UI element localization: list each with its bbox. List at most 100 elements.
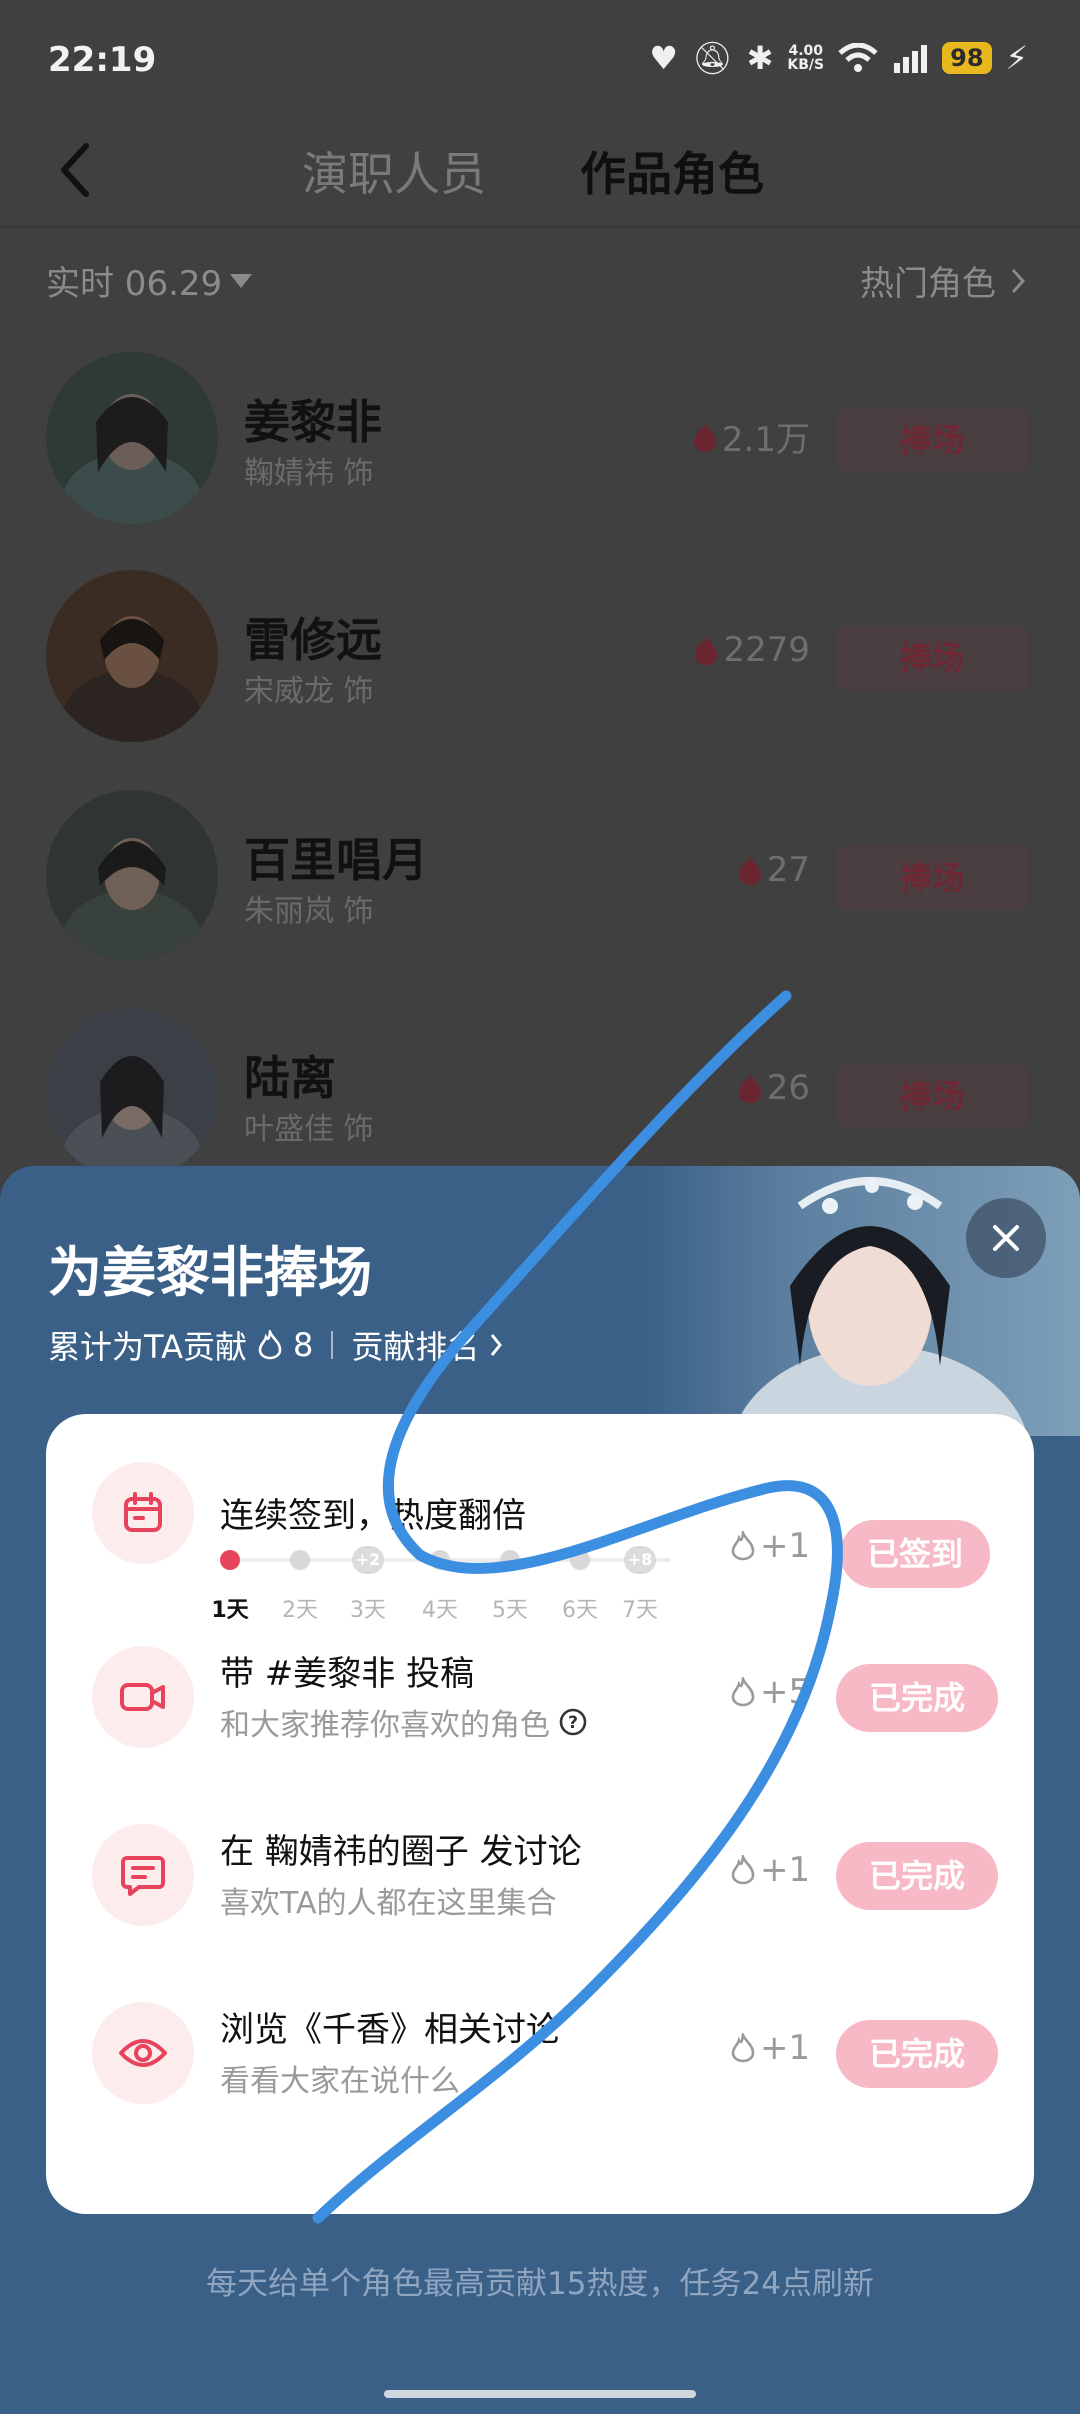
day-label: 3天 xyxy=(350,1598,386,1623)
task-reward: +1 xyxy=(730,1526,810,1566)
video-camera-icon xyxy=(120,1683,165,1711)
cheer-button[interactable]: 捧场 xyxy=(836,846,1028,910)
role-heat-value: 2279 xyxy=(723,630,810,670)
role-heat-value: 27 xyxy=(766,850,810,890)
ranking-link[interactable]: 贡献排名 xyxy=(351,1322,479,1368)
task-reward-value: +1 xyxy=(760,1850,811,1890)
bluetooth-icon: ✱ xyxy=(746,39,774,77)
role-heat: 26 xyxy=(737,1068,810,1108)
sheet-footer-note: 每天给单个角色最高贡献15热度，任务24点刷新 xyxy=(206,2266,874,2302)
calendar-icon xyxy=(124,1492,162,1532)
signal-icon xyxy=(894,45,928,73)
wifi-icon xyxy=(838,43,878,72)
sheet-title: 为姜黎非捧场 xyxy=(48,1241,372,1304)
role-name: 百里唱月 xyxy=(244,833,428,887)
close-icon xyxy=(993,1225,1019,1251)
role-name: 姜黎非 xyxy=(244,395,382,449)
role-row[interactable]: 百里唱月 朱丽岚 饰 27 捧场 xyxy=(0,790,1080,966)
role-row[interactable]: 姜黎非 鞠婧祎 饰 2.1万 捧场 xyxy=(0,352,1080,528)
completed-button[interactable]: 已完成 xyxy=(836,1664,998,1732)
task-title: 连续签到，热度翻倍 xyxy=(220,1496,526,1536)
day-dot xyxy=(500,1550,520,1570)
contribution-summary: 累计为TA贡献 8 贡献排名 xyxy=(48,1322,503,1368)
day-label: 4天 xyxy=(422,1598,458,1623)
cheer-button[interactable]: 捧场 xyxy=(836,408,1028,472)
flame-icon xyxy=(738,1073,761,1103)
role-row[interactable]: 雷修远 宋威龙 饰 2279 捧场 xyxy=(0,570,1080,746)
task-post: 带 #姜黎非 投稿 和大家推荐你喜欢的角色 ? +5 已完成 xyxy=(46,1646,1034,1826)
hot-roles-label: 热门角色 xyxy=(860,264,996,304)
avatar[interactable] xyxy=(46,570,218,742)
task-reward: +1 xyxy=(730,2028,810,2068)
close-button[interactable] xyxy=(966,1198,1046,1278)
avatar[interactable] xyxy=(46,790,218,962)
role-row[interactable]: 陆离 叶盛佳 饰 26 捧场 xyxy=(0,1008,1080,1184)
completed-button[interactable]: 已完成 xyxy=(836,1842,998,1910)
back-arrow-icon[interactable] xyxy=(52,140,100,200)
task-reward-value: +1 xyxy=(760,2028,811,2068)
network-speed-unit: KB/S xyxy=(787,57,825,73)
tab-roles[interactable]: 作品角色 xyxy=(580,138,764,204)
task-desc-text: 看看大家在说什么 xyxy=(220,2064,460,2099)
role-actor: 鞠婧祎 饰 xyxy=(244,456,374,491)
chevron-right-icon xyxy=(491,1334,503,1356)
role-heat: 2.1万 xyxy=(692,412,810,461)
filter-row: 实时 06.29 热门角色 xyxy=(0,250,1080,310)
task-discuss: 在 鞠婧祎的圈子 发讨论 喜欢TA的人都在这里集合 +1 已完成 xyxy=(46,1824,1034,2004)
day-label: 1天 xyxy=(211,1598,249,1623)
day-label: 2天 xyxy=(282,1598,318,1623)
task-icon-wrap xyxy=(92,1462,194,1564)
day-label: 7天 xyxy=(622,1598,658,1623)
task-reward: +5 xyxy=(730,1672,810,1712)
flame-outline-icon xyxy=(258,1330,282,1360)
home-indicator[interactable] xyxy=(384,2390,696,2398)
role-actor: 叶盛佳 饰 xyxy=(244,1112,374,1147)
hot-roles-link[interactable]: 热门角色 xyxy=(860,256,1026,305)
task-icon-wrap xyxy=(92,2002,194,2104)
status-icons: ♥ 🔕︎ ✱ 4.00 KB/S 98 ⚡ xyxy=(649,42,1028,74)
task-card: 连续签到，热度翻倍 +2 +8 1天 2天 3天 4天 5天 6天 7天 +1 … xyxy=(46,1414,1034,2214)
separator xyxy=(331,1331,334,1359)
caret-down-icon xyxy=(230,273,253,288)
flame-icon xyxy=(695,635,718,665)
role-heat: 27 xyxy=(737,850,810,890)
checked-in-button[interactable]: 已签到 xyxy=(840,1520,990,1588)
day-dot xyxy=(220,1550,240,1570)
svg-text:?: ? xyxy=(568,1713,578,1733)
task-reward-value: +1 xyxy=(760,1526,811,1566)
day-label: 5天 xyxy=(492,1598,528,1623)
mute-icon: 🔕︎ xyxy=(691,39,733,77)
flame-outline-icon xyxy=(731,1677,755,1707)
avatar[interactable] xyxy=(46,352,218,524)
status-time: 22:19 xyxy=(48,40,157,80)
day-bonus-badge: +2 xyxy=(352,1546,384,1574)
avatar[interactable] xyxy=(46,1008,218,1180)
date-filter-dropdown[interactable]: 实时 06.29 xyxy=(46,256,253,305)
task-desc: 喜欢TA的人都在这里集合 xyxy=(220,1878,557,1922)
battery-badge: 98 xyxy=(942,42,992,74)
cheer-button[interactable]: 捧场 xyxy=(836,1064,1028,1128)
task-desc: 和大家推荐你喜欢的角色 ? xyxy=(220,1700,588,1744)
charging-icon: ⚡ xyxy=(1005,39,1028,77)
completed-button[interactable]: 已完成 xyxy=(836,2020,998,2088)
network-speed: 4.00 KB/S xyxy=(787,44,824,72)
day-dot xyxy=(430,1550,450,1570)
task-checkin: 连续签到，热度翻倍 +2 +8 1天 2天 3天 4天 5天 6天 7天 +1 … xyxy=(46,1414,1034,1623)
cheer-button[interactable]: 捧场 xyxy=(836,626,1028,690)
task-title: 带 #姜黎非 投稿 xyxy=(220,1654,475,1694)
day-label: 6天 xyxy=(562,1598,598,1623)
role-name: 陆离 xyxy=(244,1051,336,1105)
date-filter-label: 实时 06.29 xyxy=(46,264,223,304)
heart-icon: ♥ xyxy=(649,39,678,77)
comment-icon xyxy=(121,1856,165,1896)
flame-outline-icon xyxy=(731,2033,755,2063)
help-icon[interactable]: ? xyxy=(558,1707,588,1737)
task-reward-value: +5 xyxy=(760,1672,811,1712)
background-page: 22:19 ♥ 🔕︎ ✱ 4.00 KB/S 98 ⚡ 演职人员 作品角色 实时… xyxy=(0,0,1080,1180)
role-actor: 朱丽岚 饰 xyxy=(244,894,374,929)
divider xyxy=(0,226,1080,228)
day-dot xyxy=(290,1550,310,1570)
tab-cast[interactable]: 演职人员 xyxy=(302,138,486,204)
task-title: 浏览《千香》相关讨论 xyxy=(220,2010,560,2050)
status-bar: 22:19 ♥ 🔕︎ ✱ 4.00 KB/S 98 ⚡ xyxy=(0,0,1080,120)
